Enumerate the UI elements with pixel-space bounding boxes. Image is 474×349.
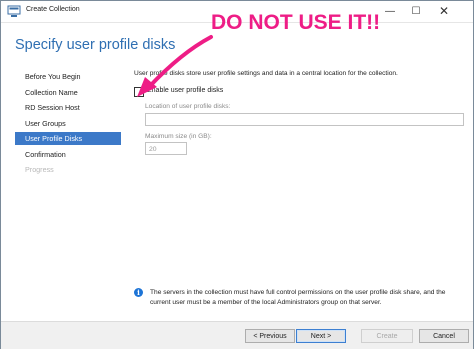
nav-rd-session-host[interactable]: RD Session Host (15, 101, 121, 114)
wizard-footer: < Previous Next > Create Cancel (1, 321, 473, 349)
annotation-arrow-icon (137, 35, 213, 97)
previous-button[interactable]: < Previous (245, 329, 295, 343)
nav-progress: Progress (25, 165, 54, 174)
location-label: Location of user profile disks: (145, 103, 231, 110)
max-size-input[interactable]: 20 (145, 142, 187, 155)
close-button[interactable]: ✕ (431, 1, 457, 22)
nav-user-profile-disks[interactable]: User Profile Disks (15, 132, 121, 145)
nav-collection-name[interactable]: Collection Name (15, 86, 121, 99)
create-collection-window: Create Collection — ☐ ✕ Specify user pro… (0, 0, 474, 349)
info-text: The servers in the collection must have … (150, 289, 446, 306)
warning-annotation: DO NOT USE IT!! (211, 11, 381, 34)
nav-confirmation[interactable]: Confirmation (15, 148, 121, 161)
cancel-button[interactable]: Cancel (419, 329, 469, 343)
location-input[interactable] (145, 113, 464, 126)
server-manager-app-icon (7, 5, 21, 18)
info-icon: i (134, 288, 143, 297)
minimize-button[interactable]: — (377, 1, 403, 22)
nav-user-groups[interactable]: User Groups (15, 117, 121, 130)
nav-before-you-begin[interactable]: Before You Begin (15, 70, 121, 83)
maximize-button[interactable]: ☐ (403, 1, 429, 22)
next-button[interactable]: Next > (296, 329, 346, 343)
create-button: Create (361, 329, 413, 343)
max-size-label: Maximum size (in GB): (145, 133, 212, 140)
wizard-navigation: Before You Begin Collection Name RD Sess… (15, 70, 121, 179)
window-title: Create Collection (26, 6, 80, 13)
